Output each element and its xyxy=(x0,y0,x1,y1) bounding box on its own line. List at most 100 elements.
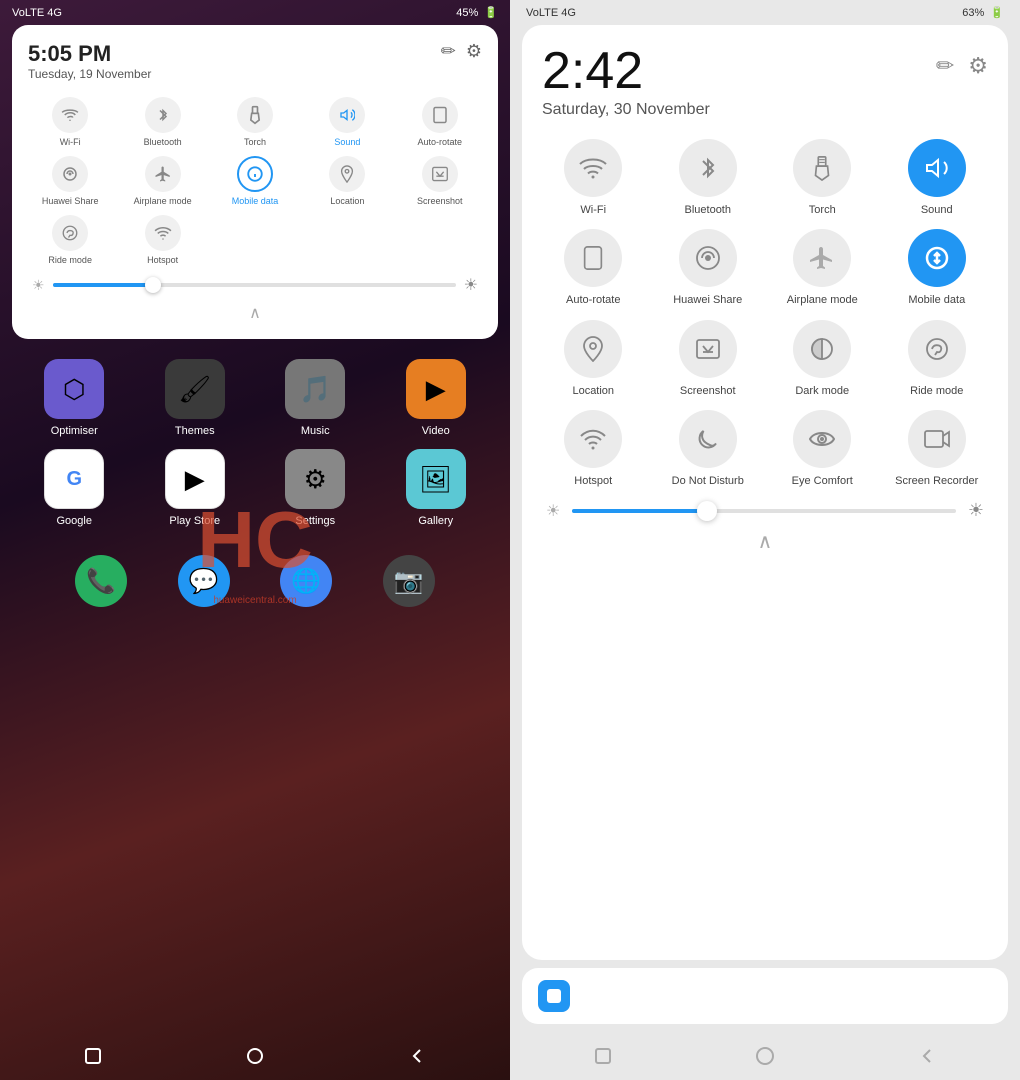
status-bar-right: VoLTE 4G 63% 🔋 xyxy=(510,0,1020,25)
app-playstore[interactable]: ▶ Play Store xyxy=(141,449,250,527)
notification-app-icon xyxy=(538,980,570,1012)
gallery-icon: 🖼 xyxy=(406,449,466,509)
toggle-right-hotspot[interactable]: Hotspot xyxy=(542,410,645,488)
nav-circle-left[interactable] xyxy=(243,1044,267,1068)
toggle-right-eye-comfort[interactable]: Eye Comfort xyxy=(771,410,874,488)
toggle-right-dnd[interactable]: Do Not Disturb xyxy=(657,410,760,488)
app-video[interactable]: ▶ Video xyxy=(382,359,491,437)
toggle-bluetooth[interactable]: Bluetooth xyxy=(120,97,204,148)
screenshot-icon-right xyxy=(679,320,737,378)
toggle-huawei-share[interactable]: Huawei Share xyxy=(28,156,112,207)
toggle-ride-mode[interactable]: Ride mode xyxy=(28,215,112,266)
brightness-control-right[interactable]: ☀ ☀ xyxy=(542,500,988,521)
toggle-right-screenshot[interactable]: Screenshot xyxy=(657,320,760,398)
status-bar-left: VoLTE 4G 45% 🔋 xyxy=(0,0,510,25)
toggle-airplane[interactable]: Airplane mode xyxy=(120,156,204,207)
toggle-sound[interactable]: Sound xyxy=(305,97,389,148)
bottom-notification-bar[interactable] xyxy=(522,968,1008,1024)
torch-icon-right xyxy=(793,139,851,197)
carrier-left: VoLTE 4G xyxy=(12,7,62,19)
brightness-control-left[interactable]: ☀ ☀ xyxy=(28,275,482,295)
themes-icon: 🖌 xyxy=(165,359,225,419)
airplane-icon-right xyxy=(793,229,851,287)
sound-icon-right xyxy=(908,139,966,197)
brightness-high-icon-right: ☀ xyxy=(968,500,984,521)
quick-grid-row1: Wi-Fi Bluetooth Torch xyxy=(28,97,482,148)
toggle-right-huawei-share[interactable]: Huawei Share xyxy=(657,229,760,307)
app-gallery[interactable]: 🖼 Gallery xyxy=(382,449,491,527)
sound-icon xyxy=(329,97,365,133)
toggle-right-autorotate[interactable]: Auto-rotate xyxy=(542,229,645,307)
brightness-slider-right[interactable] xyxy=(572,509,956,513)
dock-chrome[interactable]: 🌐 xyxy=(280,555,332,607)
quick-grid-right-row1: Wi-Fi Bluetooth xyxy=(542,139,988,217)
app-google[interactable]: G Google xyxy=(20,449,129,527)
panel-collapse-arrow-right[interactable]: ∧ xyxy=(542,529,988,554)
ride-mode-icon xyxy=(52,215,88,251)
screenshot-label: Screenshot xyxy=(417,196,463,207)
ride-mode-label-right: Ride mode xyxy=(910,384,963,398)
toggle-right-screen-recorder[interactable]: Screen Recorder xyxy=(886,410,989,488)
toggle-right-ride-mode[interactable]: Ride mode xyxy=(886,320,989,398)
right-panel: VoLTE 4G 63% 🔋 2:42 Saturday, 30 Novembe… xyxy=(510,0,1020,1080)
dock-phone[interactable]: 📞 xyxy=(75,555,127,607)
toggle-right-location[interactable]: Location xyxy=(542,320,645,398)
toggle-right-dark-mode[interactable]: Dark mode xyxy=(771,320,874,398)
autorotate-icon xyxy=(422,97,458,133)
home-screen: ⬡ Optimiser 🖌 Themes 🎵 Music ▶ Video G G… xyxy=(0,359,510,619)
app-themes[interactable]: 🖌 Themes xyxy=(141,359,250,437)
dock-camera[interactable]: 📷 xyxy=(383,555,435,607)
torch-label-right: Torch xyxy=(809,203,836,217)
toggle-autorotate[interactable]: Auto-rotate xyxy=(398,97,482,148)
toggle-torch[interactable]: Torch xyxy=(213,97,297,148)
nav-back-right[interactable] xyxy=(915,1044,939,1068)
bluetooth-label: Bluetooth xyxy=(144,137,182,148)
edit-icon-left[interactable]: ✏ xyxy=(441,41,456,62)
brightness-slider-left[interactable] xyxy=(53,283,456,287)
video-label: Video xyxy=(422,425,450,437)
quick-grid-right-row4: Hotspot Do Not Disturb E xyxy=(542,410,988,488)
toggle-right-mobile-data[interactable]: Mobile data xyxy=(886,229,989,307)
dock-messages[interactable]: 💬 xyxy=(178,555,230,607)
settings-icon-left[interactable]: ⚙ xyxy=(466,41,482,62)
screen-recorder-icon-right xyxy=(908,410,966,468)
playstore-icon: ▶ xyxy=(165,449,225,509)
toggle-mobile-data[interactable]: Mobile data xyxy=(213,156,297,207)
dock-bar: 📞 💬 🌐 📷 xyxy=(20,543,490,619)
brightness-low-icon-right: ☀ xyxy=(546,501,560,521)
toggle-right-sound[interactable]: Sound xyxy=(886,139,989,217)
app-optimiser[interactable]: ⬡ Optimiser xyxy=(20,359,129,437)
toggle-right-airplane[interactable]: Airplane mode xyxy=(771,229,874,307)
quick-grid-row3: Ride mode Hotspot xyxy=(28,215,482,266)
toggle-location[interactable]: Location xyxy=(305,156,389,207)
music-label: Music xyxy=(301,425,330,437)
playstore-label: Play Store xyxy=(169,515,220,527)
edit-icon-right[interactable]: ✏ xyxy=(936,53,954,79)
quick-grid-right-row2: Auto-rotate Huawei Share xyxy=(542,229,988,307)
nav-square-right[interactable] xyxy=(591,1044,615,1068)
nav-square-left[interactable] xyxy=(81,1044,105,1068)
toggle-screenshot[interactable]: Screenshot xyxy=(398,156,482,207)
wifi-icon-right xyxy=(564,139,622,197)
toggle-wifi[interactable]: Wi-Fi xyxy=(28,97,112,148)
nav-back-left[interactable] xyxy=(405,1044,429,1068)
toggle-right-bluetooth[interactable]: Bluetooth xyxy=(657,139,760,217)
app-music[interactable]: 🎵 Music xyxy=(261,359,370,437)
settings-icon-right[interactable]: ⚙ xyxy=(968,53,988,79)
eye-comfort-icon-right xyxy=(793,410,851,468)
app-settings[interactable]: ⚙ Settings xyxy=(261,449,370,527)
wifi-label: Wi-Fi xyxy=(60,137,81,148)
mobile-data-label-right: Mobile data xyxy=(908,293,965,307)
toggle-right-wifi[interactable]: Wi-Fi xyxy=(542,139,645,217)
torch-label: Torch xyxy=(244,137,266,148)
nav-bar-left xyxy=(0,1032,510,1080)
carrier-right: VoLTE 4G xyxy=(526,7,576,19)
huawei-share-label-right: Huawei Share xyxy=(673,293,742,307)
toggle-hotspot[interactable]: Hotspot xyxy=(120,215,204,266)
nav-circle-right[interactable] xyxy=(753,1044,777,1068)
airplane-label: Airplane mode xyxy=(134,196,192,207)
date-left: Tuesday, 19 November xyxy=(28,67,151,81)
hotspot-icon xyxy=(145,215,181,251)
panel-collapse-arrow-left[interactable]: ∧ xyxy=(28,303,482,323)
toggle-right-torch[interactable]: Torch xyxy=(771,139,874,217)
